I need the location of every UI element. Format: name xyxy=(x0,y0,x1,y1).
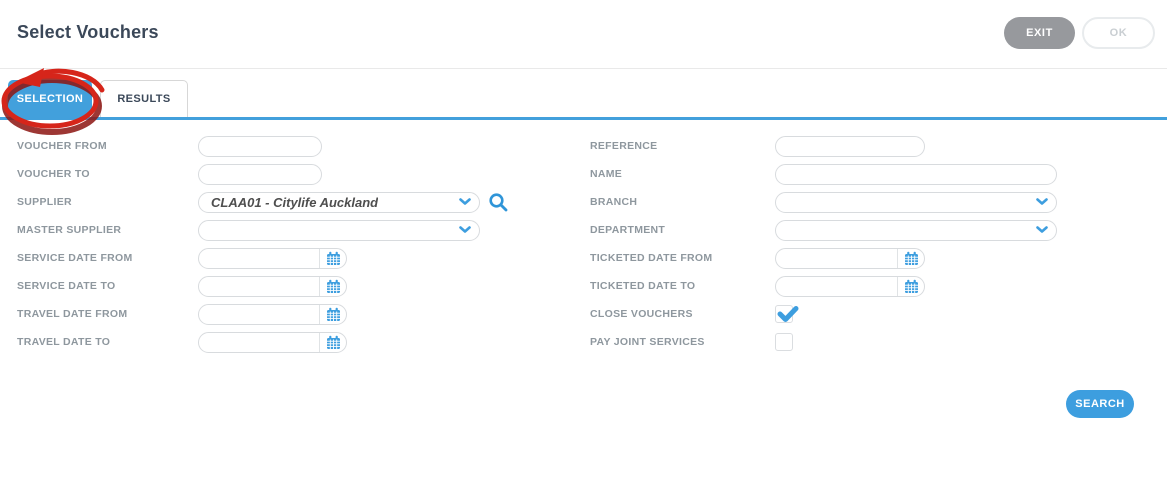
field-row-travel-date-to: TRAVEL DATE TO xyxy=(17,328,508,356)
chevron-down-icon xyxy=(459,221,471,239)
tab-selection[interactable]: SELECTION xyxy=(8,80,92,117)
calendar-icon[interactable] xyxy=(897,277,924,296)
field-row-master-supplier: MASTER SUPPLIER xyxy=(17,216,508,244)
supplier-label: SUPPLIER xyxy=(17,196,198,208)
department-dropdown[interactable] xyxy=(775,220,1057,241)
tab-underline xyxy=(0,117,1167,120)
voucher-to-input[interactable] xyxy=(198,164,322,185)
check-icon xyxy=(776,302,800,326)
field-row-voucher-from: VOUCHER FROM xyxy=(17,132,508,160)
calendar-icon[interactable] xyxy=(319,305,346,324)
field-row-close-vouchers: CLOSE VOUCHERS xyxy=(590,300,1057,328)
calendar-icon[interactable] xyxy=(897,249,924,268)
reference-input[interactable] xyxy=(775,136,925,157)
calendar-icon[interactable] xyxy=(319,249,346,268)
header-divider xyxy=(0,68,1167,69)
travel-date-to-label: TRAVEL DATE TO xyxy=(17,336,198,348)
select-vouchers-window: Select Vouchers EXIT OK SELECTION RESULT… xyxy=(0,0,1167,485)
ticketed-date-to-label: TICKETED DATE TO xyxy=(590,280,775,292)
field-row-voucher-to: VOUCHER TO xyxy=(17,160,508,188)
field-row-travel-date-from: TRAVEL DATE FROM xyxy=(17,300,508,328)
ticketed-date-from-label: TICKETED DATE FROM xyxy=(590,252,775,264)
service-date-from-input[interactable] xyxy=(198,248,347,269)
supplier-dropdown[interactable]: CLAA01 - Citylife Auckland xyxy=(198,192,480,213)
field-row-name: NAME xyxy=(590,160,1057,188)
field-row-supplier: SUPPLIER CLAA01 - Citylife Auckland xyxy=(17,188,508,216)
chevron-down-icon xyxy=(459,193,471,211)
voucher-from-label: VOUCHER FROM xyxy=(17,140,198,152)
close-vouchers-label: CLOSE VOUCHERS xyxy=(590,308,775,320)
exit-button[interactable]: EXIT xyxy=(1004,17,1075,49)
field-row-branch: BRANCH xyxy=(590,188,1057,216)
close-vouchers-checkbox[interactable] xyxy=(775,305,793,323)
field-row-ticketed-date-from: TICKETED DATE FROM xyxy=(590,244,1057,272)
field-row-department: DEPARTMENT xyxy=(590,216,1057,244)
search-button[interactable]: SEARCH xyxy=(1066,390,1134,418)
supplier-selected-value: CLAA01 - Citylife Auckland xyxy=(211,195,378,210)
ok-button[interactable]: OK xyxy=(1082,17,1155,49)
field-row-reference: REFERENCE xyxy=(590,132,1057,160)
master-supplier-dropdown[interactable] xyxy=(198,220,480,241)
page-title: Select Vouchers xyxy=(17,22,159,43)
travel-date-to-input[interactable] xyxy=(198,332,347,353)
field-row-service-date-from: SERVICE DATE FROM xyxy=(17,244,508,272)
form-column-right: REFERENCE NAME BRANCH DEPARTMENT xyxy=(590,132,1057,356)
reference-label: REFERENCE xyxy=(590,140,775,152)
voucher-from-input[interactable] xyxy=(198,136,322,157)
pay-joint-services-label: PAY JOINT SERVICES xyxy=(590,336,775,348)
field-row-ticketed-date-to: TICKETED DATE TO xyxy=(590,272,1057,300)
branch-label: BRANCH xyxy=(590,196,775,208)
master-supplier-label: MASTER SUPPLIER xyxy=(17,224,198,236)
travel-date-from-label: TRAVEL DATE FROM xyxy=(17,308,198,320)
name-input[interactable] xyxy=(775,164,1057,185)
department-label: DEPARTMENT xyxy=(590,224,775,236)
service-date-from-label: SERVICE DATE FROM xyxy=(17,252,198,264)
form-column-left: VOUCHER FROM VOUCHER TO SUPPLIER CLAA01 … xyxy=(17,132,508,356)
calendar-icon[interactable] xyxy=(319,333,346,352)
voucher-to-label: VOUCHER TO xyxy=(17,168,198,180)
name-label: NAME xyxy=(590,168,775,180)
service-date-to-label: SERVICE DATE TO xyxy=(17,280,198,292)
travel-date-from-input[interactable] xyxy=(198,304,347,325)
chevron-down-icon xyxy=(1036,221,1048,239)
service-date-to-input[interactable] xyxy=(198,276,347,297)
field-row-pay-joint-services: PAY JOINT SERVICES xyxy=(590,328,1057,356)
supplier-search-icon[interactable] xyxy=(488,192,508,212)
ticketed-date-from-input[interactable] xyxy=(775,248,925,269)
calendar-icon[interactable] xyxy=(319,277,346,296)
ticketed-date-to-input[interactable] xyxy=(775,276,925,297)
field-row-service-date-to: SERVICE DATE TO xyxy=(17,272,508,300)
tab-results[interactable]: RESULTS xyxy=(100,80,188,117)
pay-joint-services-checkbox[interactable] xyxy=(775,333,793,351)
branch-dropdown[interactable] xyxy=(775,192,1057,213)
chevron-down-icon xyxy=(1036,193,1048,211)
